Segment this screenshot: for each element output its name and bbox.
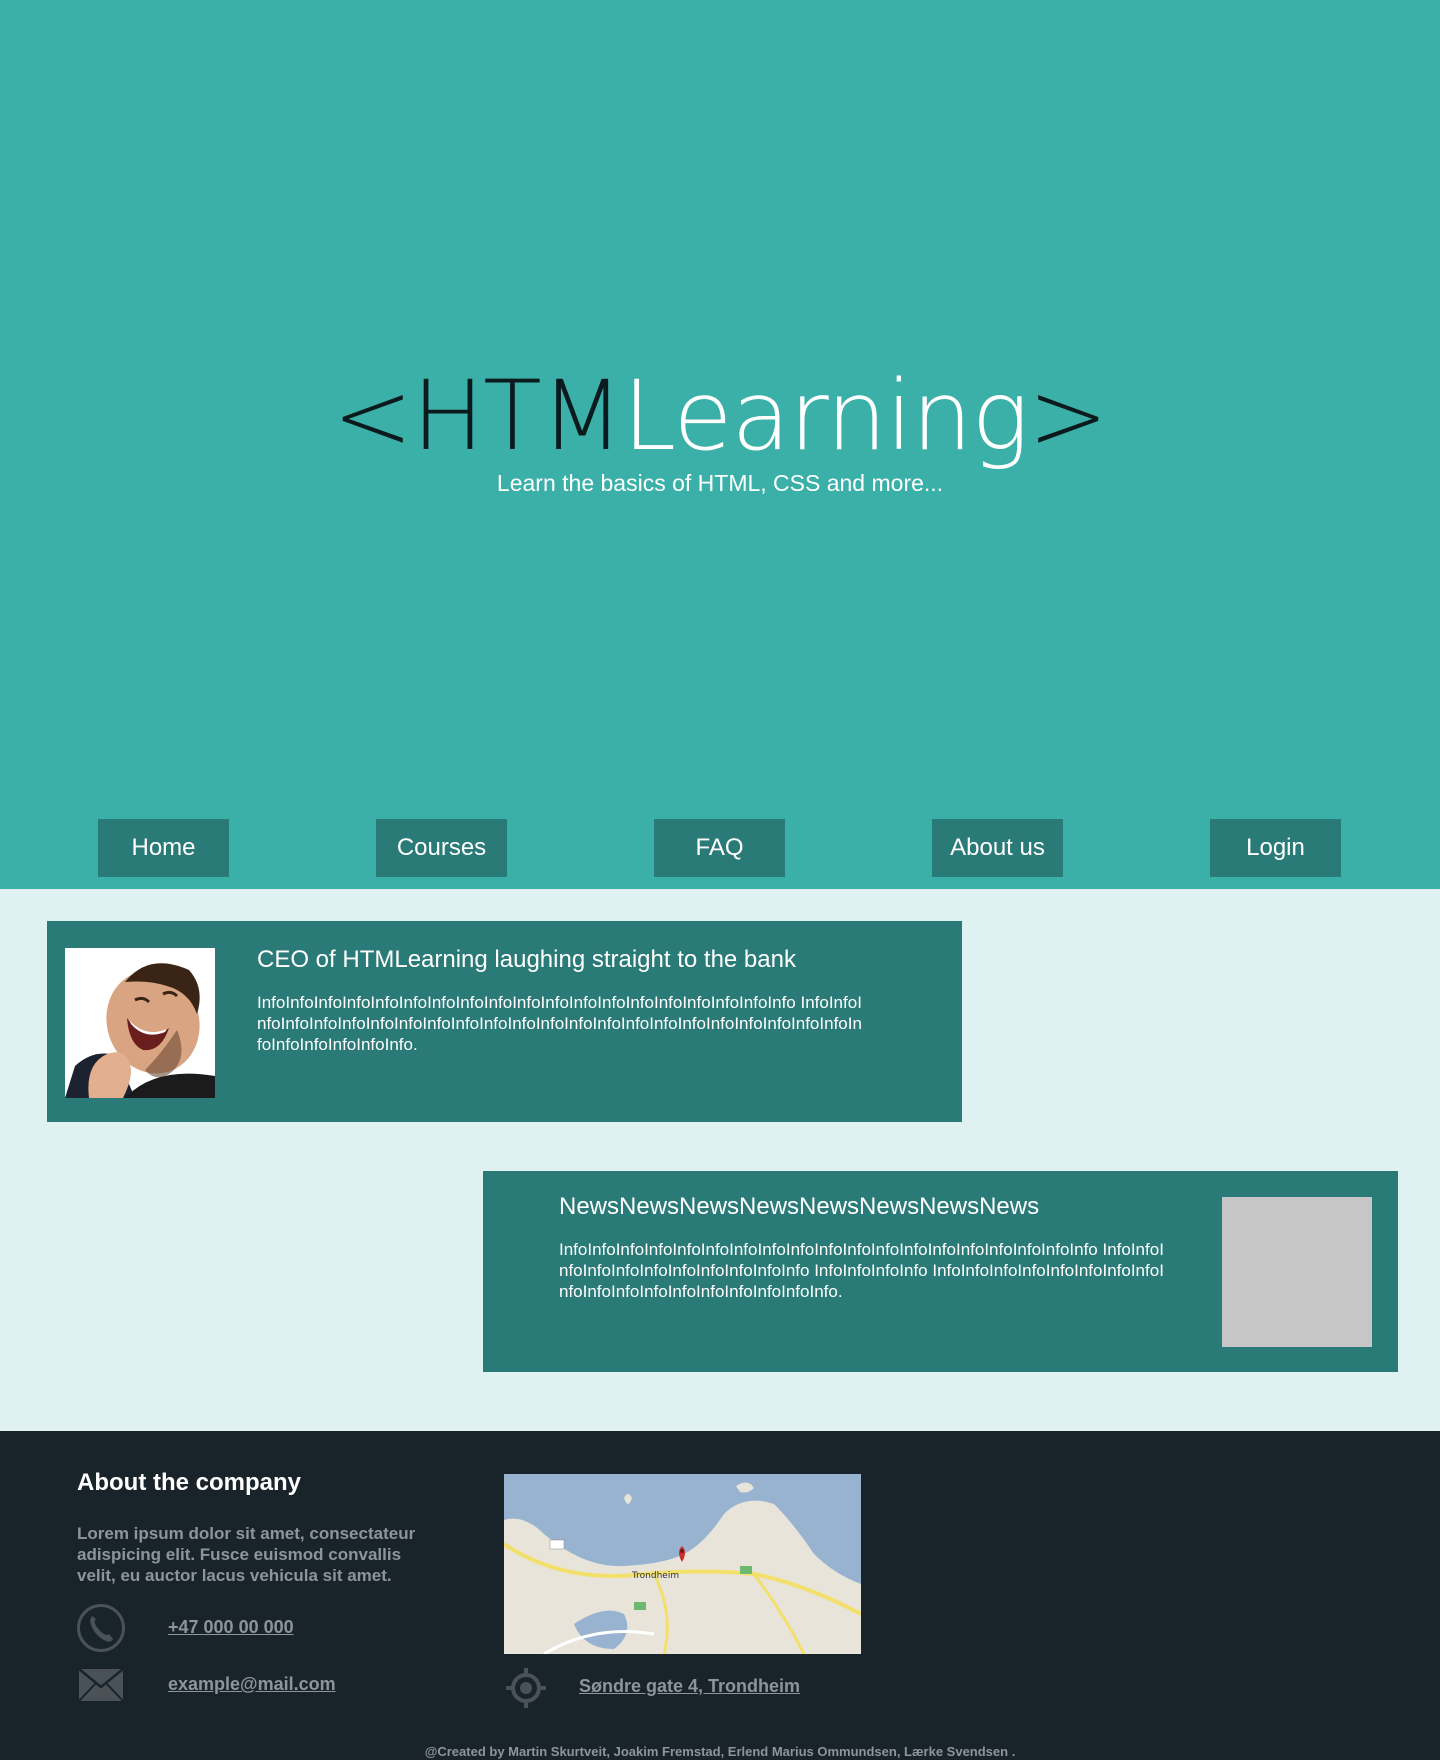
- hero-section: <HTMLearning> Learn the basics of HTML, …: [0, 0, 1440, 889]
- footer-description: Lorem ipsum dolor sit amet, consectateur…: [77, 1524, 416, 1585]
- tagline: Learn the basics of HTML, CSS and more..…: [496, 470, 944, 496]
- article-body: InfoInfoInfoInfoInfoInfoInfoInfoInfoInfo…: [559, 1240, 1164, 1301]
- ceo-photo: [65, 948, 215, 1098]
- nav-about-button[interactable]: About us: [932, 819, 1063, 877]
- nav-home-button[interactable]: Home: [98, 819, 229, 877]
- email-link[interactable]: example@mail.com: [168, 1674, 336, 1695]
- logo-word: Learning: [622, 360, 1029, 472]
- nav-courses-button[interactable]: Courses: [376, 819, 507, 877]
- article-title[interactable]: NewsNewsNewsNewsNewsNewsNewsNews: [559, 1193, 1039, 1221]
- nav-faq-button[interactable]: FAQ: [654, 819, 785, 877]
- mail-icon: [78, 1668, 124, 1707]
- phone-link[interactable]: +47 000 00 000: [168, 1617, 294, 1638]
- article-card-news[interactable]: NewsNewsNewsNewsNewsNewsNewsNews InfoInf…: [483, 1171, 1398, 1372]
- site-footer: About the company Lorem ipsum dolor sit …: [0, 1431, 1440, 1760]
- logo-prefix: <HTM: [332, 360, 624, 472]
- footer-heading: About the company: [77, 1469, 302, 1496]
- location-icon: [504, 1666, 548, 1715]
- article-body: InfoInfoInfoInfoInfoInfoInfoInfoInfoInfo…: [257, 993, 862, 1054]
- site-logo[interactable]: <HTMLearning>: [0, 356, 1440, 476]
- news-image-placeholder: [1222, 1197, 1372, 1347]
- logo-suffix: >: [1028, 360, 1108, 472]
- phone-icon: [76, 1603, 126, 1658]
- footer-credits: @Created by Martin Skurtveit, Joakim Fre…: [424, 1744, 1016, 1759]
- nav-login-button[interactable]: Login: [1210, 819, 1341, 877]
- map-city-label: Trondheim: [631, 1571, 679, 1581]
- article-card-ceo[interactable]: CEO of HTMLearning laughing straight to …: [47, 921, 962, 1122]
- location-map[interactable]: Trondheim: [504, 1474, 861, 1654]
- article-title[interactable]: CEO of HTMLearning laughing straight to …: [257, 946, 796, 974]
- address-link[interactable]: Søndre gate 4, Trondheim: [579, 1676, 800, 1697]
